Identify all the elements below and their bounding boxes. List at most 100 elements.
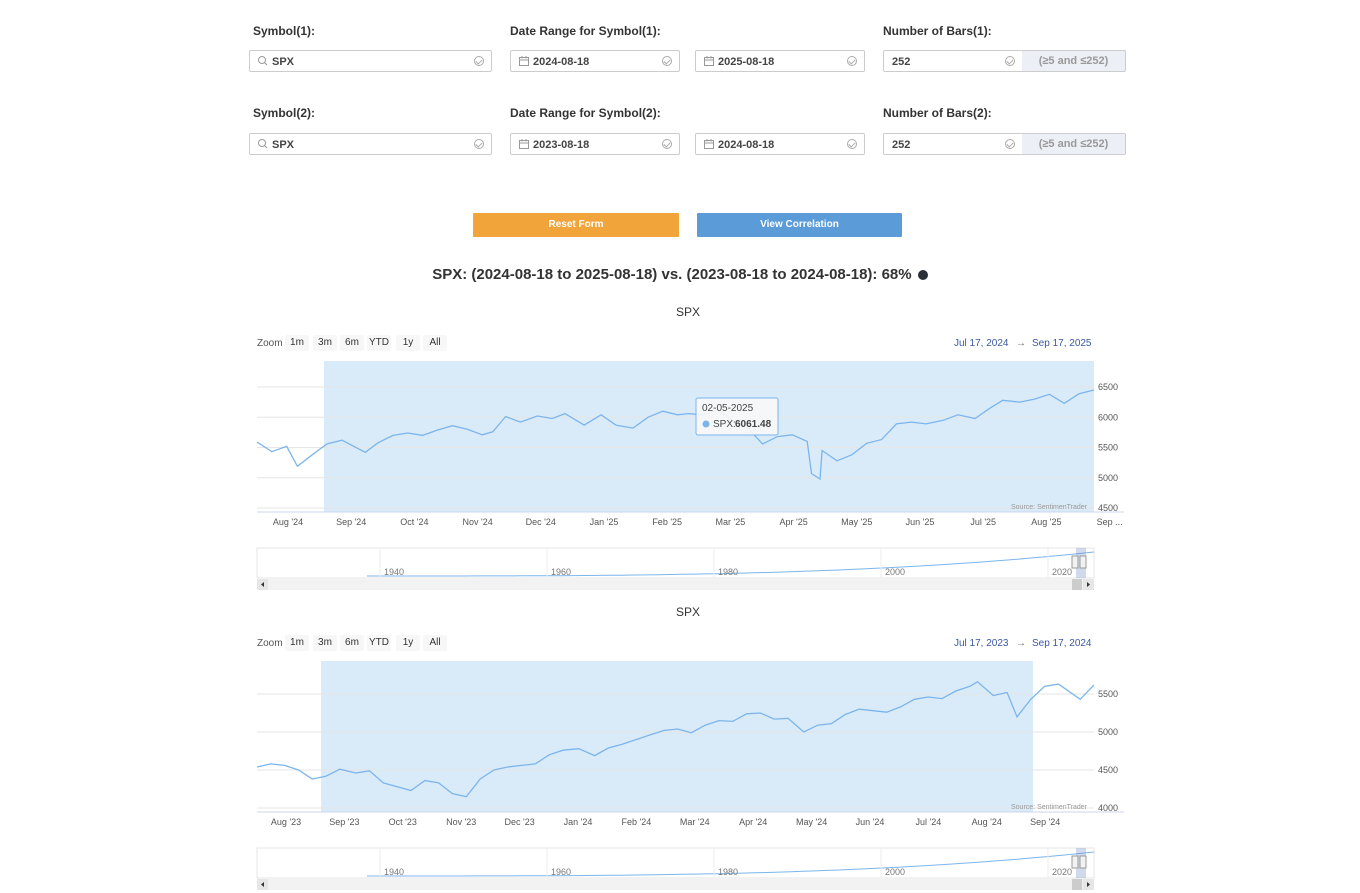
- scrollbar-thumb: [1072, 579, 1082, 590]
- tooltip-date: 02-05-2025: [702, 403, 754, 414]
- chart2-range-sep: →: [1016, 638, 1026, 649]
- zoom-1m-button[interactable]: 1m: [285, 635, 309, 651]
- x-tick-label: Aug '24: [273, 517, 303, 527]
- zoom-6m-button[interactable]: 6m: [340, 635, 364, 651]
- navigator-tick-label: 1960: [551, 567, 571, 577]
- date-range1-label: Date Range for Symbol(1):: [510, 24, 661, 38]
- chart2-title: SPX: [675, 605, 700, 619]
- zoom-1m-button[interactable]: 1m: [285, 335, 309, 351]
- zoom-6m-button[interactable]: 6m: [340, 335, 364, 351]
- navigator-tick-label: 2000: [885, 867, 905, 877]
- navigator-tick-label: 1940: [384, 567, 404, 577]
- chart1-range-from[interactable]: Jul 17, 2024: [954, 338, 1009, 349]
- date-range2-label: Date Range for Symbol(2):: [510, 106, 661, 120]
- search-icon: [258, 56, 268, 66]
- calendar-icon: [704, 139, 714, 149]
- symbol1-input[interactable]: SPX: [249, 50, 492, 72]
- selected-range-band: [321, 661, 1033, 812]
- correlation-title: SPX: (2024-08-18 to 2025-08-18) vs. (202…: [0, 266, 1360, 283]
- zoom-ytd-button[interactable]: YTD: [367, 335, 391, 351]
- chart2-range-from[interactable]: Jul 17, 2023: [954, 638, 1009, 649]
- x-tick-label: Sep ...: [1097, 517, 1123, 527]
- chart1-range-to[interactable]: Sep 17, 2025: [1032, 338, 1092, 349]
- date2-start-input[interactable]: 2023-08-18: [510, 133, 680, 155]
- scrollbar-track: [257, 879, 1094, 890]
- x-tick-label: Sep '23: [329, 817, 359, 827]
- zoom-3m-button[interactable]: 3m: [313, 335, 337, 351]
- check-icon: [847, 56, 857, 66]
- zoom-1y-button[interactable]: 1y: [396, 635, 420, 651]
- check-icon: [474, 56, 484, 66]
- zoom-ytd-button[interactable]: YTD: [367, 635, 391, 651]
- y-tick-label: 5500: [1098, 689, 1118, 699]
- scrollbar-thumb: [1072, 879, 1082, 890]
- credits-text: Source: SentimenTrader: [1011, 804, 1088, 811]
- navigator-tick-label: 2020: [1052, 867, 1072, 877]
- x-tick-label: Apr '25: [779, 517, 807, 527]
- zoom-label: Zoom: [257, 338, 283, 349]
- check-icon: [847, 139, 857, 149]
- bars2-value: 252: [892, 139, 911, 151]
- date2-end-input[interactable]: 2024-08-18: [695, 133, 865, 155]
- x-tick-label: Dec '23: [504, 817, 534, 827]
- navigator-tick-label: 2000: [885, 567, 905, 577]
- x-tick-label: Oct '23: [389, 817, 417, 827]
- bars2-input[interactable]: 252: [883, 133, 1023, 155]
- zoom-all-button[interactable]: All: [423, 335, 447, 351]
- x-tick-label: Aug '23: [271, 817, 301, 827]
- x-tick-label: Nov '23: [446, 817, 476, 827]
- info-dot-icon[interactable]: [917, 270, 928, 280]
- y-tick-label: 4500: [1098, 765, 1118, 775]
- check-icon: [662, 139, 672, 149]
- x-tick-label: Mar '25: [716, 517, 746, 527]
- zoom-all-button[interactable]: All: [423, 635, 447, 651]
- search-icon: [258, 139, 268, 149]
- date1-end-value: 2025-08-18: [718, 56, 775, 68]
- date1-start-value: 2024-08-18: [533, 56, 590, 68]
- scrollbar-track: [257, 579, 1094, 590]
- bars2-hint: (≥5 and ≤252): [1022, 133, 1126, 155]
- bars1-hint: (≥5 and ≤252): [1022, 50, 1126, 72]
- selected-range-band: [324, 361, 1094, 512]
- navigator-tick-label: 1960: [551, 867, 571, 877]
- correlation-title-text: SPX: (2024-08-18 to 2025-08-18) vs. (202…: [432, 266, 912, 283]
- bars1-input[interactable]: 252: [883, 50, 1023, 72]
- reset-form-button[interactable]: Reset Form: [473, 213, 679, 237]
- y-tick-label: 5000: [1098, 473, 1118, 483]
- navigator-handle-right: [1079, 555, 1087, 569]
- check-icon: [1005, 139, 1015, 149]
- navigator-handle-left: [1071, 855, 1079, 869]
- navigator-tick-label: 1940: [384, 867, 404, 877]
- check-icon: [1005, 56, 1015, 66]
- x-tick-label: Feb '24: [622, 817, 652, 827]
- date1-end-input[interactable]: 2025-08-18: [695, 50, 865, 72]
- x-tick-label: Nov '24: [462, 517, 492, 527]
- chart2-range-selector: Jul 17, 2023 → Sep 17, 2024: [954, 638, 1094, 652]
- zoom-1y-button[interactable]: 1y: [396, 335, 420, 351]
- calendar-icon: [519, 139, 529, 149]
- check-icon: [474, 139, 484, 149]
- chart2-range-to[interactable]: Sep 17, 2024: [1032, 638, 1092, 649]
- symbol1-value: SPX: [272, 56, 295, 68]
- chart1-range-sep: →: [1016, 338, 1026, 349]
- x-tick-label: Jun '24: [856, 817, 885, 827]
- navigator-handle-left: [1071, 555, 1079, 569]
- x-tick-label: May '24: [796, 817, 827, 827]
- tooltip: 02-05-2025 SPX: 6061.48: [695, 397, 779, 436]
- zoom-3m-button[interactable]: 3m: [313, 635, 337, 651]
- symbol2-label: Symbol(2):: [253, 106, 316, 120]
- navigator-tick-label: 2020: [1052, 567, 1072, 577]
- navigator-handle-right: [1079, 855, 1087, 869]
- calendar-icon: [704, 56, 714, 66]
- y-tick-label: 6500: [1098, 382, 1118, 392]
- chart2-svg[interactable]: 5500500045004000Aug '23 Sep '23 Oct '23 Nov…: [0, 655, 1360, 893]
- view-correlation-button[interactable]: View Correlation: [697, 213, 902, 237]
- symbol2-input[interactable]: SPX: [249, 133, 492, 155]
- symbol2-value: SPX: [272, 139, 295, 151]
- symbol1-label: Symbol(1):: [253, 24, 316, 38]
- date1-start-input[interactable]: 2024-08-18: [510, 50, 680, 72]
- x-tick-label: Sep '24: [336, 517, 366, 527]
- x-tick-label: Apr '24: [739, 817, 767, 827]
- tooltip-series-name: SPX:: [713, 419, 736, 430]
- x-tick-label: Sep '24: [1030, 817, 1060, 827]
